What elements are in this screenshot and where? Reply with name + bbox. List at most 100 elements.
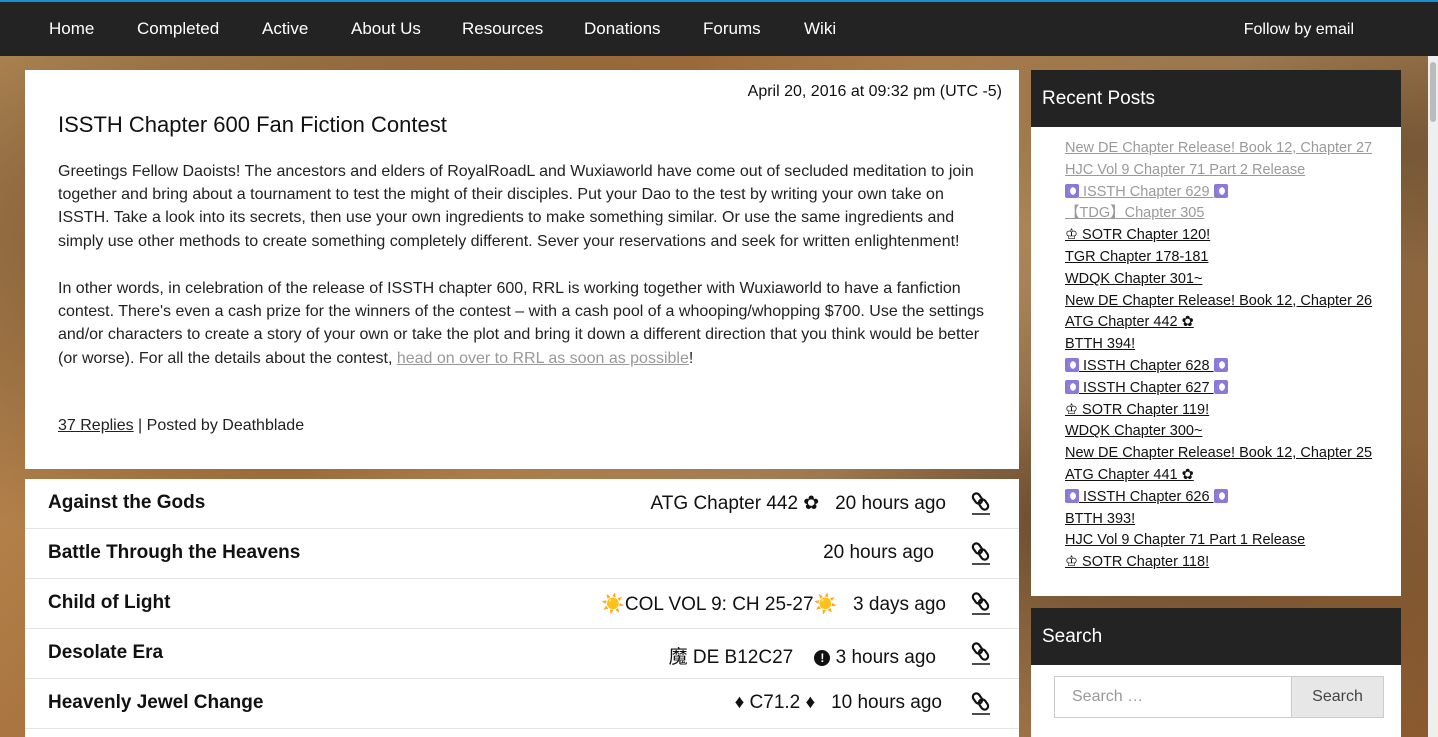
recent-posts-heading: Recent Posts [1031, 70, 1401, 127]
series-list: Against the Gods ATG Chapter 442 ✿ 20 ho… [25, 479, 1019, 737]
recent-post-link[interactable]: ISSTH Chapter 627 [1065, 378, 1228, 398]
recent-post-link[interactable]: ♔ SOTR Chapter 120! [1065, 225, 1210, 245]
nav-donations[interactable]: Donations [584, 19, 661, 39]
recent-post-label: ISSTH Chapter 626 [1079, 488, 1214, 505]
moon-icon [1213, 358, 1228, 372]
rrl-contest-link[interactable]: head on over to RRL as soon as possible [397, 350, 689, 367]
series-row: Heavenly Jewel Change ♦ C71.2 ♦ 10 hours… [25, 679, 1019, 729]
post-paragraph-2: In other words, in celebration of the re… [58, 277, 993, 370]
permalink-icon[interactable] [971, 691, 991, 715]
recent-post-label: TGR Chapter 178-181 [1065, 249, 1209, 265]
nav-active[interactable]: Active [262, 19, 308, 39]
series-row: Child of Light ☀️COL VOL 9: CH 25-27☀️ 3… [25, 579, 1019, 629]
posted-by: | Posted by Deathblade [133, 417, 305, 434]
series-latest-chapter[interactable]: ATG Chapter 442 ✿ [651, 493, 820, 514]
series-row: Against the Gods ATG Chapter 442 ✿ 20 ho… [25, 479, 1019, 529]
search-heading: Search [1031, 608, 1401, 665]
permalink-icon[interactable] [971, 491, 991, 515]
recent-post-link[interactable]: ♔ SOTR Chapter 118! [1065, 552, 1209, 572]
page-scrollbar[interactable] [1428, 56, 1438, 737]
series-name[interactable]: Heavenly Jewel Change [48, 692, 263, 714]
series-time: 20 hours ago [823, 542, 934, 563]
recent-post-label: ♔ SOTR Chapter 118! [1065, 554, 1210, 571]
series-latest-chapter[interactable]: ♦ C71.2 ♦ [735, 692, 816, 713]
series-name[interactable]: Against the Gods [48, 492, 205, 514]
recent-post-link[interactable]: WDQK Chapter 301~ [1065, 269, 1202, 289]
recent-post-link[interactable]: New DE Chapter Release! Book 12, Chapter… [1065, 138, 1372, 158]
recent-post-label: ISSTH Chapter 629 [1079, 183, 1214, 200]
moon-icon [1213, 488, 1228, 503]
nav-forums[interactable]: Forums [703, 19, 761, 39]
recent-post-link[interactable]: ISSTH Chapter 626 [1065, 487, 1228, 507]
recent-post-link[interactable]: WDQK Chapter 300~ [1065, 421, 1202, 441]
permalink-icon[interactable] [971, 541, 991, 565]
recent-post-link[interactable]: HJC Vol 9 Chapter 71 Part 2 Release [1065, 160, 1305, 180]
series-name[interactable]: Child of Light [48, 592, 170, 614]
top-navigation: Home Completed Active About Us Resources… [0, 0, 1438, 56]
recent-post-label: BTTH 394! [1065, 336, 1136, 353]
nav-resources[interactable]: Resources [462, 19, 543, 39]
recent-post-link[interactable]: BTTH 393! [1065, 509, 1135, 529]
recent-posts-list: New DE Chapter Release! Book 12, Chapter… [1031, 127, 1401, 596]
nav-home[interactable]: Home [49, 19, 94, 39]
scrollbar-thumb[interactable] [1430, 62, 1436, 122]
series-latest-meta: ATG Chapter 442 ✿ 20 hours ago [651, 492, 946, 515]
search-widget: Search [1031, 665, 1401, 737]
recent-post-link[interactable]: New DE Chapter Release! Book 12, Chapter… [1065, 291, 1372, 311]
series-row: Battle Through the Heavens 20 hours ago [25, 529, 1019, 579]
series-latest-meta: 魔 DE B12C27 ! 3 hours ago [669, 642, 936, 669]
recent-post-label: WDQK Chapter 301~ [1065, 270, 1203, 287]
nav-completed[interactable]: Completed [137, 19, 219, 39]
moon-icon [1065, 183, 1079, 198]
recent-post-link[interactable]: ♔ SOTR Chapter 119! [1065, 400, 1209, 420]
series-time: 3 days ago [853, 594, 946, 615]
recent-post-link[interactable]: BTTH 394! [1065, 334, 1135, 354]
recent-post-link[interactable]: 【TDG】Chapter 305 [1065, 203, 1204, 223]
recent-post-link[interactable]: ATG Chapter 442 ✿ [1065, 312, 1194, 332]
moon-icon [1065, 358, 1079, 372]
post-paragraph-1: Greetings Fellow Daoists! The ancestors … [58, 163, 974, 250]
recent-post-label: WDQK Chapter 300~ [1065, 423, 1203, 440]
recent-post-link[interactable]: ISSTH Chapter 628 [1065, 356, 1228, 376]
recent-post-label: New DE Chapter Release! Book 12, Chapter… [1065, 292, 1373, 309]
series-name[interactable]: Desolate Era [48, 642, 163, 664]
recent-post-link[interactable]: TGR Chapter 178-181 [1065, 247, 1208, 267]
recent-post-label: HJC Vol 9 Chapter 71 Part 2 Release [1065, 161, 1306, 178]
series-row: Desolate Era 魔 DE B12C27 ! 3 hours ago [25, 629, 1019, 679]
nav-about-us[interactable]: About Us [351, 19, 421, 39]
post-date: April 20, 2016 at 09:32 pm (UTC -5) [747, 83, 1002, 100]
series-latest-chapter[interactable]: 魔 DE B12C27 [669, 647, 794, 668]
recent-post-link[interactable]: HJC Vol 9 Chapter 71 Part 1 Release [1065, 530, 1305, 550]
series-latest-meta: ☀️COL VOL 9: CH 25-27☀️ 3 days ago [601, 592, 946, 616]
recent-post-label: BTTH 393! [1065, 510, 1136, 527]
recent-post-label: ISSTH Chapter 627 [1079, 379, 1214, 396]
replies-link[interactable]: 37 Replies [58, 417, 134, 434]
recent-post-label: ATG Chapter 441 ✿ [1065, 467, 1194, 483]
search-button[interactable]: Search [1291, 676, 1384, 718]
series-latest-meta: 20 hours ago [823, 542, 934, 564]
recent-post-link[interactable]: ISSTH Chapter 629 [1065, 182, 1228, 202]
recent-post-link[interactable]: New DE Chapter Release! Book 12, Chapter… [1065, 443, 1372, 463]
recent-post-label: New DE Chapter Release! Book 12, Chapter… [1065, 140, 1373, 156]
moon-icon [1065, 379, 1079, 394]
nav-wiki[interactable]: Wiki [804, 19, 836, 39]
post-title[interactable]: ISSTH Chapter 600 Fan Fiction Contest [58, 112, 447, 138]
series-time: 20 hours ago [835, 493, 946, 514]
follow-by-email-link[interactable]: Follow by email [1244, 21, 1354, 39]
search-input[interactable] [1054, 676, 1292, 718]
series-time: 10 hours ago [831, 692, 942, 713]
post-footer: 37 Replies | Posted by Deathblade [58, 417, 304, 435]
recent-post-label: ISSTH Chapter 628 [1079, 358, 1214, 374]
recent-post-label: HJC Vol 9 Chapter 71 Part 1 Release [1065, 532, 1306, 549]
moon-icon [1065, 488, 1079, 503]
post-card: April 20, 2016 at 09:32 pm (UTC -5) ISST… [25, 70, 1019, 469]
recent-post-label: New DE Chapter Release! Book 12, Chapter… [1065, 445, 1373, 462]
recent-post-link[interactable]: ATG Chapter 441 ✿ [1065, 465, 1194, 485]
series-name[interactable]: Battle Through the Heavens [48, 542, 300, 564]
series-latest-chapter[interactable]: ☀️COL VOL 9: CH 25-27☀️ [601, 594, 837, 615]
permalink-icon[interactable] [971, 641, 991, 665]
recent-post-label: ♔ SOTR Chapter 119! [1065, 401, 1210, 418]
recent-post-label: ATG Chapter 442 ✿ [1065, 314, 1194, 331]
recent-post-label: ♔ SOTR Chapter 120! [1065, 227, 1211, 244]
permalink-icon[interactable] [971, 591, 991, 615]
